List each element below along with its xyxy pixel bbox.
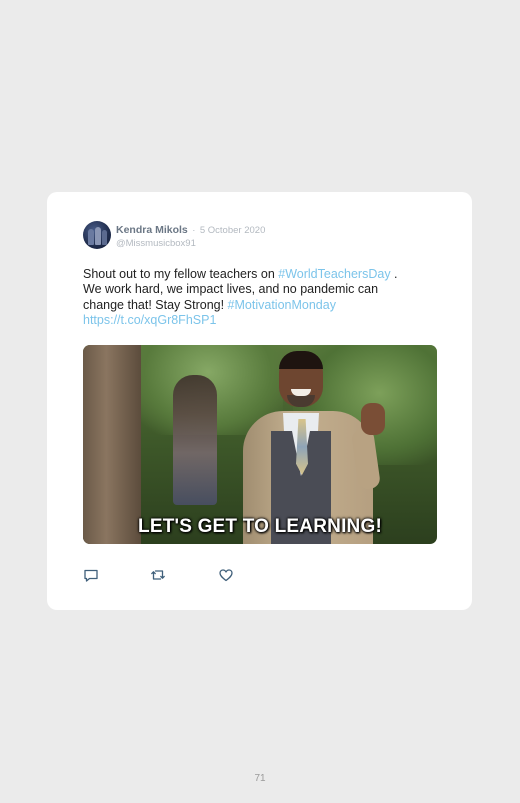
- tweet-text-part: Shout out to my fellow teachers on: [83, 267, 279, 281]
- hashtag-world-teachers-day[interactable]: #WorldTeachersDay: [278, 267, 390, 281]
- tweet-header: Kendra Mikols · 5 October 2020 @Missmusi…: [116, 222, 265, 250]
- hashtag-motivation-monday[interactable]: #MotivationMonday: [228, 298, 336, 312]
- background-person: [173, 375, 217, 505]
- reply-icon[interactable]: [83, 567, 99, 583]
- tweet-card: Kendra Mikols · 5 October 2020 @Missmusi…: [47, 192, 472, 610]
- tweet-media-gif[interactable]: LET'S GET TO LEARNING!: [83, 345, 437, 544]
- avatar[interactable]: [83, 221, 111, 249]
- heart-icon[interactable]: [218, 567, 234, 583]
- tweet-link[interactable]: https://t.co/xqGr8FhSP1: [83, 313, 216, 327]
- author-name[interactable]: Kendra Mikols: [116, 224, 188, 236]
- retweet-icon[interactable]: [150, 567, 166, 583]
- tree-trunk: [83, 345, 141, 544]
- header-separator: ·: [192, 225, 196, 236]
- tweet-date[interactable]: 5 October 2020: [200, 225, 266, 236]
- page-number: 71: [254, 773, 266, 784]
- author-handle[interactable]: @Missmusicbox91: [116, 237, 265, 250]
- media-caption: LET'S GET TO LEARNING!: [138, 516, 382, 537]
- tweet-text: Shout out to my fellow teachers on #Worl…: [83, 267, 413, 328]
